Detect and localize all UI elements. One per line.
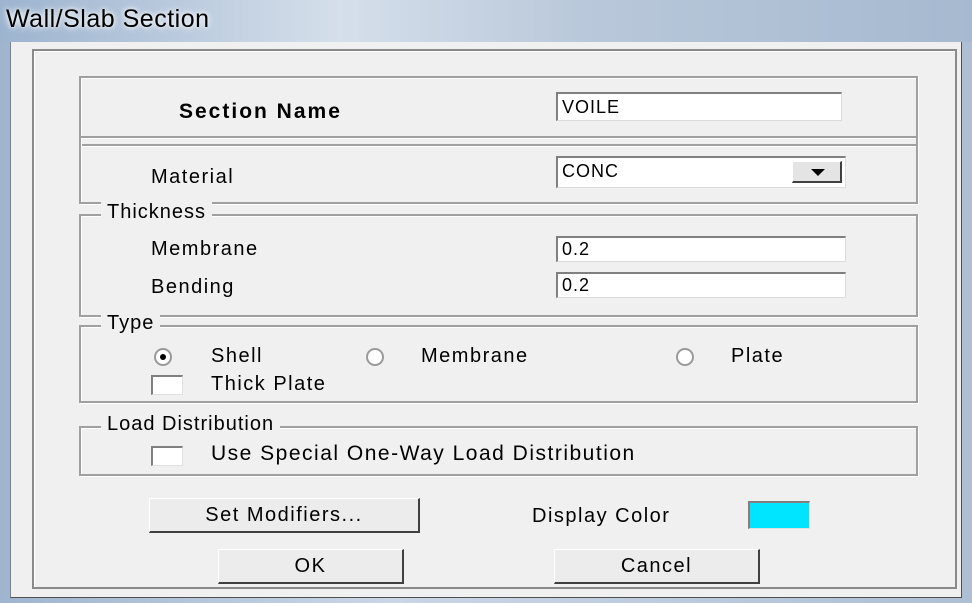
thickness-group: Thickness Membrane 0.2 Bending 0.2 xyxy=(79,201,918,317)
radio-membrane[interactable] xyxy=(366,348,384,366)
dialog-frame: Section Name VOILE Material CONC Thickne… xyxy=(32,49,957,589)
material-selected-value: CONC xyxy=(562,161,619,181)
membrane-label: Membrane xyxy=(151,238,259,260)
chevron-down-icon xyxy=(811,169,825,176)
load-distribution-group: Load Distribution Use Special One-Way Lo… xyxy=(79,413,918,476)
radio-plate-label[interactable]: Plate xyxy=(731,345,784,368)
ok-button[interactable]: OK xyxy=(218,549,404,584)
material-label: Material xyxy=(151,166,235,188)
title-bar[interactable]: Wall/Slab Section xyxy=(0,0,972,42)
wall-slab-section-dialog: Wall/Slab Section Section Name VOILE Mat… xyxy=(0,0,972,603)
set-modifiers-button[interactable]: Set Modifiers... xyxy=(149,498,420,533)
display-color-swatch[interactable] xyxy=(748,501,810,529)
radio-membrane-label[interactable]: Membrane xyxy=(421,345,529,368)
one-way-load-label[interactable]: Use Special One-Way Load Distribution xyxy=(211,442,636,466)
material-select[interactable]: CONC xyxy=(556,156,846,188)
type-legend: Type xyxy=(101,312,161,335)
cancel-button[interactable]: Cancel xyxy=(554,549,760,584)
section-name-input[interactable]: VOILE xyxy=(556,92,842,121)
display-color-label: Display Color xyxy=(532,505,671,527)
one-way-load-checkbox[interactable] xyxy=(151,446,183,466)
thickness-legend: Thickness xyxy=(101,201,213,224)
window-title: Wall/Slab Section xyxy=(6,5,210,33)
thick-plate-checkbox[interactable] xyxy=(151,375,183,395)
membrane-thickness-input[interactable]: 0.2 xyxy=(556,236,846,262)
bending-label: Bending xyxy=(151,276,235,298)
radio-selected-dot xyxy=(160,354,166,360)
load-distribution-legend: Load Distribution xyxy=(101,413,281,436)
section-name-label: Section Name xyxy=(179,100,342,123)
radio-shell-label[interactable]: Shell xyxy=(211,345,263,368)
radio-shell[interactable] xyxy=(154,348,172,366)
type-group: Type Shell Membrane Plate Thick Plate xyxy=(79,312,918,403)
material-group: Material CONC xyxy=(79,136,918,204)
dialog-body: Section Name VOILE Material CONC Thickne… xyxy=(10,42,962,598)
dropdown-button[interactable] xyxy=(792,161,842,183)
thick-plate-label[interactable]: Thick Plate xyxy=(211,373,326,396)
bending-thickness-input[interactable]: 0.2 xyxy=(556,272,846,298)
radio-plate[interactable] xyxy=(676,348,694,366)
